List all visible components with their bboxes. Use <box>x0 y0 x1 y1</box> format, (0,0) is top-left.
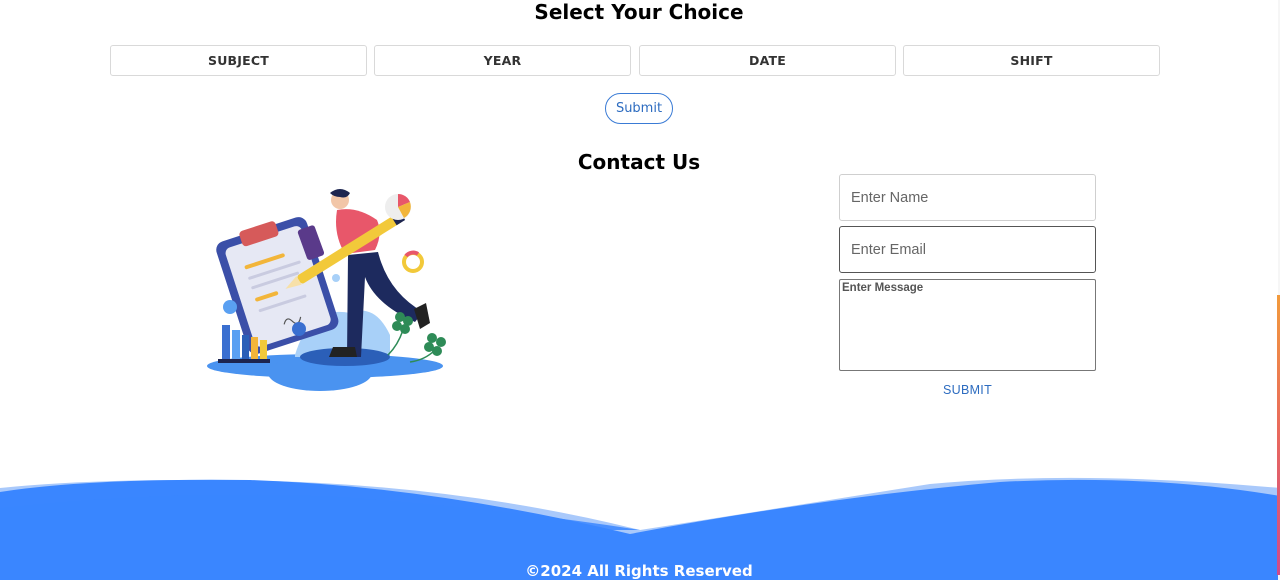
copyright-text: ©2024 All Rights Reserved <box>525 562 753 580</box>
year-dropdown[interactable]: YEAR <box>374 45 631 76</box>
contact-us-title: Contact Us <box>577 150 701 174</box>
contact-submit-button[interactable]: SUBMIT <box>839 383 1096 397</box>
shift-dropdown[interactable]: SHIFT <box>903 45 1160 76</box>
select-choice-title: Select Your Choice <box>534 0 744 24</box>
name-input[interactable] <box>839 174 1096 221</box>
message-textarea[interactable] <box>839 279 1096 371</box>
subject-dropdown[interactable]: SUBJECT <box>110 45 367 76</box>
choice-submit-button[interactable]: Submit <box>605 93 673 124</box>
choice-options: SUBJECT YEAR DATE SHIFT <box>110 45 1160 76</box>
date-dropdown[interactable]: DATE <box>639 45 896 76</box>
email-input[interactable] <box>839 226 1096 273</box>
contact-illustration-icon <box>207 189 446 391</box>
